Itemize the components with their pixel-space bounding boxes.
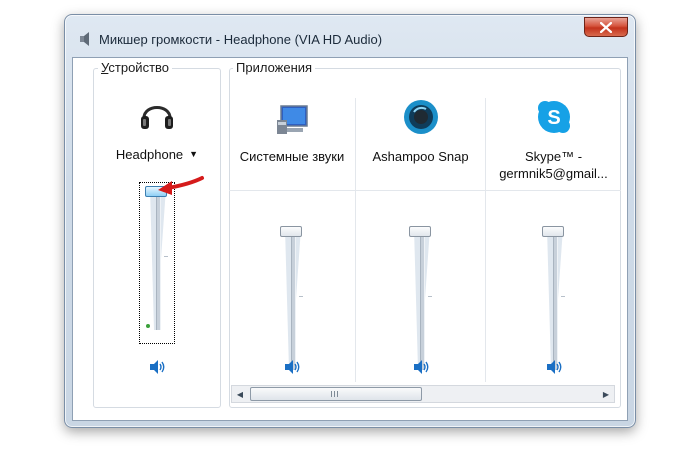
skype-volume-thumb[interactable] — [541, 226, 564, 237]
close-icon — [600, 21, 612, 33]
app-channel-system-sounds: Системные звуки — [229, 58, 355, 422]
mixer-client-area: Устройство Приложения Headphone ▼ Систем… — [72, 57, 628, 421]
app-name-line1: Skype™ - — [524, 149, 583, 164]
system-sounds-icon — [277, 105, 308, 134]
scroll-right-icon[interactable]: ▶ — [598, 386, 614, 402]
speaker-mute-icon[interactable] — [147, 358, 167, 376]
svg-text:S: S — [547, 107, 560, 129]
scroll-left-icon[interactable]: ◀ — [232, 386, 248, 402]
app-channel-ashampoo-snap: Ashampoo Snap — [356, 58, 485, 422]
system-sounds-volume-slider[interactable] — [279, 226, 305, 376]
app-channel-skype: S Skype™ - germnik5@gmail... — [486, 58, 621, 422]
ashampoo-snap-icon — [403, 100, 438, 134]
annotation-arrow-icon — [158, 176, 204, 195]
slider-track — [419, 228, 425, 370]
system-sounds-volume-thumb[interactable] — [280, 226, 302, 237]
close-button[interactable] — [584, 17, 628, 37]
slider-track — [552, 228, 558, 370]
speaker-mute-icon[interactable] — [544, 358, 564, 376]
app-name: Ashampoo Snap — [372, 149, 469, 164]
chevron-down-icon: ▼ — [189, 149, 199, 159]
app-name: Системные звуки — [239, 149, 345, 164]
skype-volume-slider[interactable] — [541, 226, 567, 376]
horizontal-scrollbar[interactable]: ◀ ▶ — [231, 385, 615, 403]
skype-icon: S — [537, 101, 570, 133]
volume-mixer-window: Микшер громкости - Headphone (VIA HD Aud… — [64, 14, 636, 428]
slider-tick — [560, 296, 565, 297]
app-name: Skype™ - germnik5@gmail... — [486, 148, 621, 182]
slider-track — [156, 188, 161, 330]
window-title: Микшер громкости - Headphone (VIA HD Aud… — [99, 32, 383, 47]
speaker-icon — [80, 32, 89, 46]
device-volume-slider[interactable] — [144, 186, 170, 336]
ashampoo-snap-volume-slider[interactable] — [408, 226, 434, 376]
device-name: Headphone — [115, 147, 184, 162]
title-bar[interactable]: Микшер громкости - Headphone (VIA HD Aud… — [65, 15, 635, 59]
ashampoo-snap-volume-thumb[interactable] — [408, 226, 431, 237]
slider-track — [291, 228, 296, 370]
device-channel: Headphone ▼ — [93, 58, 221, 422]
device-selector[interactable]: Headphone ▼ — [93, 146, 221, 163]
scrollbar-thumb[interactable] — [250, 387, 422, 401]
speaker-mute-icon[interactable] — [411, 358, 431, 376]
slider-tick — [299, 296, 303, 297]
app-name-line2: germnik5@gmail... — [499, 166, 608, 181]
speaker-mute-icon[interactable] — [282, 358, 302, 376]
peak-meter-dot — [146, 324, 150, 328]
headphones-icon — [141, 106, 173, 129]
grip-icon — [331, 391, 340, 397]
slider-tick — [164, 256, 168, 257]
slider-tick — [427, 296, 432, 297]
